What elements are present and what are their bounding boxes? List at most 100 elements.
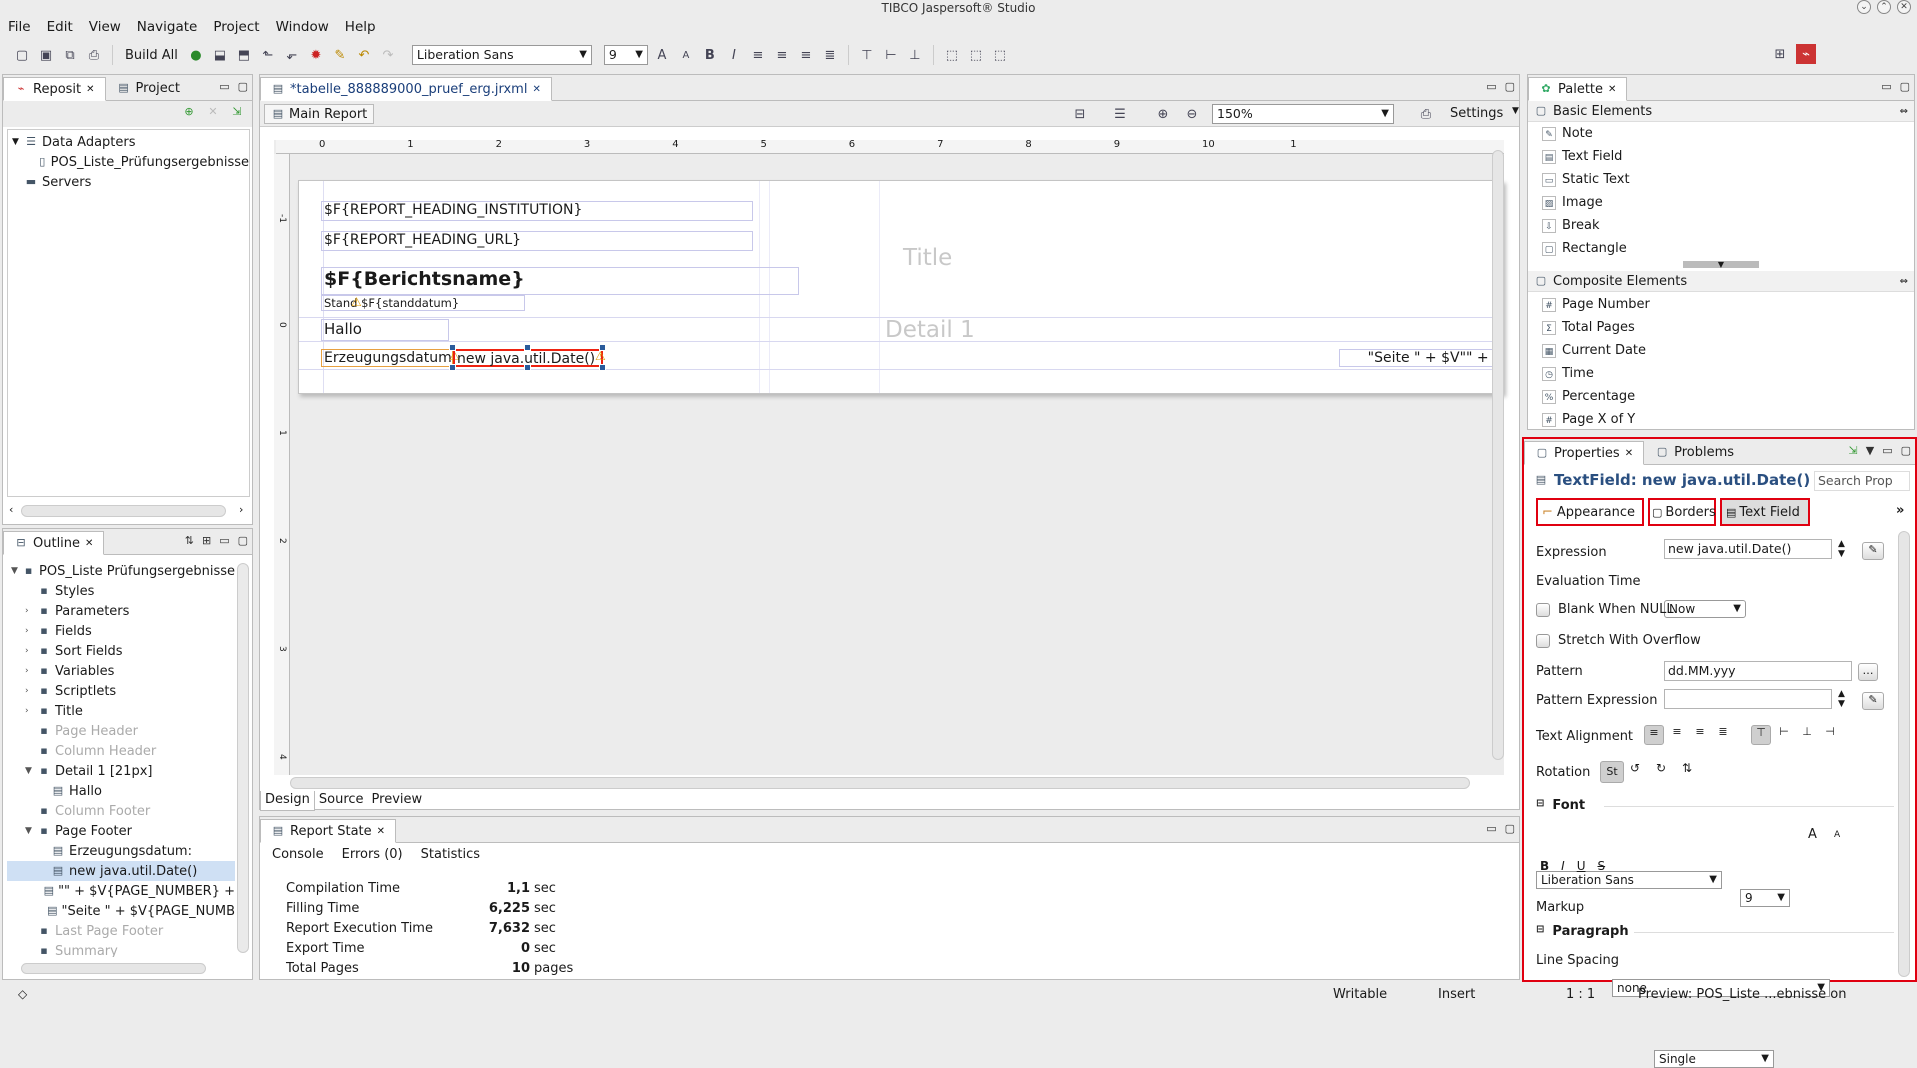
layout-icon[interactable]: ☰ (1110, 104, 1130, 124)
horizontal-scrollbar[interactable] (21, 505, 226, 517)
italic-icon[interactable]: I (1561, 859, 1565, 873)
palette-scroll-handle[interactable]: ▼ (1683, 261, 1759, 269)
resize-handle[interactable] (449, 344, 456, 351)
run-icon[interactable]: ● (186, 45, 206, 65)
outline-item[interactable]: ▤ Hallo (7, 781, 235, 801)
outline-item[interactable]: ▤ new java.util.Date() (7, 861, 235, 881)
outline-item[interactable]: ▤ "" + $V{PAGE_NUMBER} + (7, 881, 235, 901)
minimize-icon[interactable]: ▭ (219, 80, 229, 93)
vertical-scrollbar[interactable] (237, 563, 249, 953)
font-size-select[interactable]: 9 ▼ (603, 45, 648, 65)
strikethrough-icon[interactable]: S (1598, 859, 1606, 873)
palette-item[interactable]: ⇩ Break (1528, 214, 1914, 237)
resize-handle[interactable] (599, 364, 606, 371)
outline-item[interactable]: ▪ Column Footer (7, 801, 235, 821)
settings-button[interactable]: Settings (1450, 106, 1503, 121)
palette-item[interactable]: ◷ Time (1528, 362, 1914, 385)
blank-when-null-checkbox[interactable] (1536, 603, 1550, 617)
font-section-header[interactable]: ⊟ Font (1536, 798, 1585, 813)
font-family-select[interactable]: Liberation Sans ▼ (1536, 871, 1722, 889)
palette-item[interactable]: ▨ Image (1528, 191, 1914, 214)
outline-item[interactable]: ▪ Summary (7, 941, 235, 958)
palette-item[interactable]: ▦ Current Date (1528, 339, 1914, 362)
size-height-icon[interactable]: ⬚ (966, 45, 986, 65)
design-canvas[interactable]: 0 1 2 3 4 5 6 7 8 9 10 1 -1 0 1 2 3 4 Title Detail 1 $F{… (274, 139, 1504, 775)
resize-handle[interactable] (524, 344, 531, 351)
subtab-console[interactable]: Console (272, 847, 324, 863)
tree-data-adapters[interactable]: ▼ ☰ Data Adapters (8, 132, 249, 152)
pattern-input[interactable]: dd.MM.yyy (1664, 661, 1852, 681)
expand-icon[interactable]: › (25, 606, 37, 616)
rotation-upside-down-icon[interactable]: ⇅ (1682, 761, 1702, 783)
view-menu-icon[interactable]: ▼ (1866, 444, 1874, 457)
minimize-icon[interactable]: ▭ (1882, 444, 1892, 457)
palette-item[interactable]: ▭ Static Text (1528, 168, 1914, 191)
align-left-icon[interactable]: ≡ (748, 45, 768, 65)
maximize-icon[interactable]: ▢ (1505, 822, 1515, 835)
minimize-icon[interactable]: ▭ (1486, 822, 1496, 835)
outline-item[interactable]: ▤ Erzeugungsdatum: (7, 841, 235, 861)
subtab-statistics[interactable]: Statistics (421, 847, 480, 863)
maximize-icon[interactable]: ▢ (1901, 444, 1911, 457)
outline-item[interactable]: ▼ ▪ Detail 1 [21px] (7, 761, 235, 781)
minimize-icon[interactable]: ▭ (1486, 80, 1496, 93)
palette-item[interactable]: # Page Number (1528, 293, 1914, 316)
outline-item[interactable]: ▪ Last Page Footer (7, 921, 235, 941)
horizontal-scrollbar[interactable] (21, 963, 206, 974)
close-icon[interactable]: ✕ (532, 84, 540, 95)
valign-middle-icon[interactable]: ⊢ (1774, 725, 1794, 745)
align-center-icon[interactable]: ≡ (1667, 725, 1687, 745)
deploy-icon[interactable]: ⬓ (210, 45, 230, 65)
bold-icon[interactable]: B (1540, 859, 1549, 873)
tab-palette[interactable]: ✿ Palette ✕ (1528, 77, 1628, 101)
outline-item[interactable]: ▪ Page Header (7, 721, 235, 741)
outline-item[interactable]: ▪ Column Header (7, 741, 235, 761)
minimize-icon[interactable]: ▭ (219, 534, 229, 547)
tree-adapter-item[interactable]: ▯ POS_Liste_Prüfungsergebnisse (8, 152, 249, 172)
maximize-icon[interactable]: ⌃ (1877, 0, 1891, 14)
properties-scrollbar[interactable] (1898, 531, 1910, 977)
close-icon[interactable]: ✕ (1897, 0, 1911, 14)
menu-project[interactable]: Project (205, 19, 267, 35)
maximize-icon[interactable]: ▢ (238, 80, 248, 93)
build-all-button[interactable]: Build All (121, 48, 182, 63)
valign-top-icon[interactable]: ⊤ (1751, 725, 1771, 745)
subtab-borders[interactable]: ▢ Borders (1648, 498, 1716, 526)
tab-outline[interactable]: ⊟ Outline ✕ (3, 531, 105, 555)
align-justify-icon[interactable]: ≣ (1713, 725, 1733, 745)
align-top-icon[interactable]: ⊤ (857, 45, 877, 65)
tab-report-state[interactable]: ▤ Report State ✕ (260, 819, 397, 843)
maximize-icon[interactable]: ▢ (1505, 80, 1515, 93)
hallo-field[interactable]: Hallo (321, 319, 449, 341)
outline-item[interactable]: › ▪ Parameters (7, 601, 235, 621)
expand-icon[interactable]: ▼ (25, 766, 37, 776)
tab-repository[interactable]: ⌁ Reposit ✕ (3, 77, 106, 101)
vertical-scrollbar[interactable] (1492, 150, 1504, 760)
basic-elements-header[interactable]: ▢ Basic Elements ⇔ (1528, 101, 1914, 122)
zoom-out-icon[interactable]: ⊖ (1182, 104, 1202, 124)
collapse-icon[interactable]: ⇔ (1900, 106, 1908, 117)
close-icon[interactable]: ✕ (86, 84, 94, 95)
align-center-icon[interactable]: ≡ (772, 45, 792, 65)
outline-item[interactable]: ▼ ▪ Page Footer (7, 821, 235, 841)
align-right-icon[interactable]: ≡ (1690, 725, 1710, 745)
delete-icon[interactable]: ✕ (206, 105, 220, 119)
pin-icon[interactable]: ⇲ (1849, 444, 1858, 457)
outline-item[interactable]: ▪ Styles (7, 581, 235, 601)
subtab-errors[interactable]: Errors (0) (342, 847, 403, 863)
zoom-in-icon[interactable]: ⊕ (1153, 104, 1173, 124)
font-decrease-icon[interactable]: A (1834, 830, 1840, 840)
heading-url-field[interactable]: $F{REPORT_HEADING_URL} (321, 231, 753, 251)
pattern-expression-editor-button[interactable]: ✎ (1862, 692, 1884, 710)
composite-elements-header[interactable]: ▢ Composite Elements ⇔ (1528, 271, 1914, 292)
horizontal-scrollbar[interactable] (290, 777, 1470, 789)
tab-problems[interactable]: ▢ Problems (1644, 440, 1745, 464)
export-icon[interactable]: ⬑ (258, 45, 278, 65)
outline-item[interactable]: › ▪ Sort Fields (7, 641, 235, 661)
debug-icon[interactable]: ✹ (306, 45, 326, 65)
new-file-icon[interactable]: ▢ (12, 45, 32, 65)
menu-file[interactable]: File (0, 19, 39, 35)
scroll-left-icon[interactable]: ‹ (9, 503, 13, 516)
bold-icon[interactable]: B (700, 45, 720, 65)
pattern-spinner-icon[interactable]: ▲ ▼ (1838, 689, 1845, 709)
